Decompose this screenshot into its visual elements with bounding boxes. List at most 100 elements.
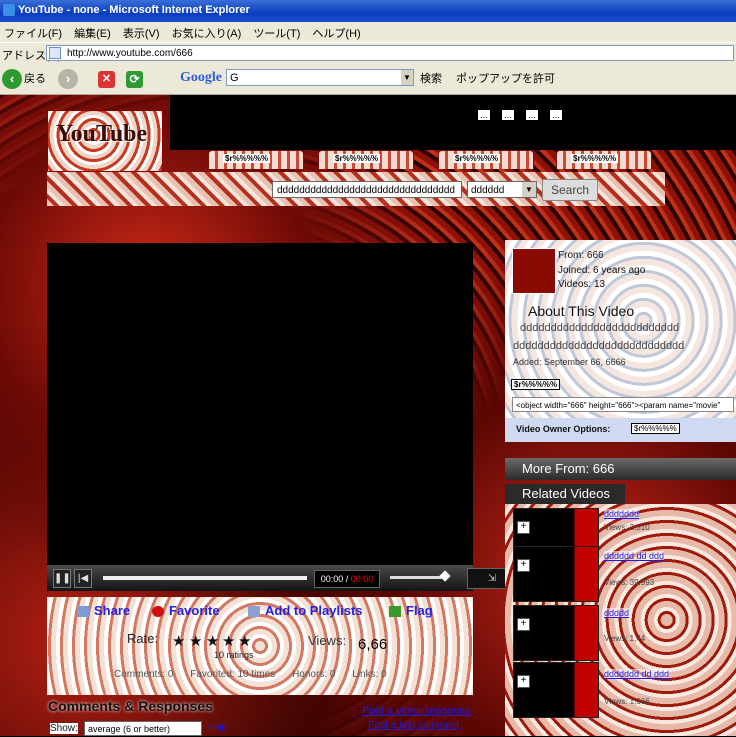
related-title[interactable]: dddddd dd ddd [604,551,665,561]
top-link[interactable]: ... [550,110,562,120]
related-thumbnail[interactable]: + [513,546,599,602]
menu-tools[interactable]: ツール(T) [253,25,300,41]
related-title[interactable]: ddddd [604,608,630,618]
time-current: 00:00 [320,574,344,584]
add-to-playlists-link[interactable]: Add to Playlists [248,603,363,618]
top-link[interactable]: ... [478,110,490,120]
back-arrow-icon[interactable]: ‹ [2,69,22,89]
search-category-value: dddddd [471,185,505,196]
back-button-label[interactable]: 戻る [24,68,46,90]
views-count: 6,66 [358,636,388,653]
google-dropdown-icon[interactable]: ▼ [401,70,413,85]
from-user[interactable]: From: 666 [558,250,604,261]
site-logo[interactable]: YouTube [47,110,163,172]
avatar[interactable] [512,248,556,294]
stat-links[interactable]: Links: 0 [352,669,386,680]
window-title: YouTube - none - Microsoft Internet Expl… [18,4,250,16]
related-title[interactable]: ddddddd dd ddd [604,669,670,679]
google-toolbar-logo: Google [180,70,222,85]
top-link[interactable]: ... [502,110,514,120]
stat-comments[interactable]: Comments: 0 [114,669,173,680]
favorite-link[interactable]: Favorite [152,603,220,618]
player-controls: ❚❚ |◀ 00:00 / 00:00 ⇲ [47,565,517,591]
nav-tab[interactable]: $r%%%%% [318,150,414,169]
flag-link[interactable]: Flag [389,603,433,618]
menu-file[interactable]: ファイル(F) [4,25,62,41]
address-input[interactable]: http://www.youtube.com/666 [46,45,734,61]
owner-options-label: Video Owner Options: [516,424,611,434]
top-link[interactable]: ... [526,110,538,120]
menu-edit[interactable]: 編集(E) [74,25,111,41]
search-input[interactable]: dddddddddddddddddddddddddddddddd [272,181,462,198]
menu-help[interactable]: ヘルプ(H) [312,25,360,41]
add-icon[interactable]: + [517,521,530,534]
comment-filter-select[interactable]: average (6 or better) [84,721,202,736]
related-title[interactable]: ddddddd [604,509,640,519]
google-search-input[interactable]: G [226,69,414,86]
related-thumbnail[interactable]: + [513,662,599,718]
embed-code-field[interactable]: <object width="666" height="666"><param … [512,397,734,412]
description-line: dddddddddddddddddddddddddddd [513,340,685,352]
description-line: dddddddddddddddddddddddddd [520,322,680,334]
popup-allow-button[interactable]: ポップアップを許可 [456,68,555,90]
related-meta: Views: 1,44 [604,634,646,643]
volume-slider[interactable] [390,576,446,579]
share-icon [77,606,89,618]
heart-icon [152,606,164,618]
share-link[interactable]: Share [77,603,130,618]
stat-favorited[interactable]: Favorited: 10 times [190,669,275,680]
chevron-down-icon[interactable]: ▼ [522,182,536,197]
nav-tab-label: $r%%%%% [453,154,501,163]
related-thumbnail[interactable]: + [513,605,599,661]
video-player[interactable] [47,243,473,565]
views-label: Views: [308,633,347,648]
forward-arrow-icon[interactable]: › [58,69,78,89]
menu-view[interactable]: 表示(V) [123,25,160,41]
refresh-icon[interactable]: ⟳ [126,71,143,88]
joined-date: Joined: 6 years ago [558,265,646,276]
star-icon[interactable]: ★ [222,632,235,650]
post-text-comment-link[interactable]: Post a text comment [368,720,459,731]
nav-tab[interactable]: $r%%%%% [556,150,652,169]
rate-label: Rate: [127,631,159,646]
logo-text: YouTube [56,121,148,147]
page-icon [49,47,61,59]
header-band [170,95,736,150]
add-icon[interactable]: + [517,559,530,572]
time-total: 00:00 [350,574,374,584]
post-video-response-link[interactable]: Post a video response [362,705,471,717]
add-icon[interactable]: + [517,618,530,631]
related-meta: Views: 1,666 [604,697,650,706]
search-label[interactable]: 検索 [420,68,442,90]
comments-header: Comments & Responses [48,698,213,714]
nav-tab[interactable]: $r%%%%% [208,150,304,169]
search-button[interactable]: Search [542,179,598,201]
menu-bar: ファイル(F) 編集(E) 表示(V) お気に入り(A) ツール(T) ヘルプ(… [0,22,736,42]
window-titlebar: YouTube - none - Microsoft Internet Expl… [0,0,736,22]
menu-favorites[interactable]: お気に入り(A) [172,25,242,41]
related-videos-header[interactable]: Related Videos [505,484,625,504]
nav-tab[interactable]: $r%%%%% [438,150,534,169]
time-separator: / [343,574,351,584]
help-link[interactable]: Help [208,722,227,732]
add-icon[interactable]: + [517,675,530,688]
ratings-count: 10 ratings [214,650,254,660]
top-links: ... ... ... ... [478,110,572,120]
nav-tab-label: $r%%%%% [223,154,271,163]
seek-bar[interactable] [103,576,307,580]
search-category-select[interactable]: dddddd ▼ [467,181,537,198]
flag-label: Flag [406,603,433,618]
volume-knob[interactable] [439,570,451,582]
more-from-header[interactable]: More From: 666 [505,458,736,480]
star-icon[interactable]: ★ [172,632,185,650]
show-label: Show: [50,723,78,734]
star-icon[interactable]: ★ [206,632,219,650]
stop-icon[interactable]: ✕ [98,71,115,88]
more-from-label: More From: 666 [522,461,615,476]
stat-honors[interactable]: Honors: 0 [292,669,335,680]
star-icon[interactable]: ★ [238,632,251,650]
pause-icon[interactable]: ❚❚ [53,569,71,588]
rewind-icon[interactable]: |◀ [74,569,92,588]
star-icon[interactable]: ★ [189,632,202,650]
owner-options-link[interactable]: $r%%%%% [631,423,680,434]
